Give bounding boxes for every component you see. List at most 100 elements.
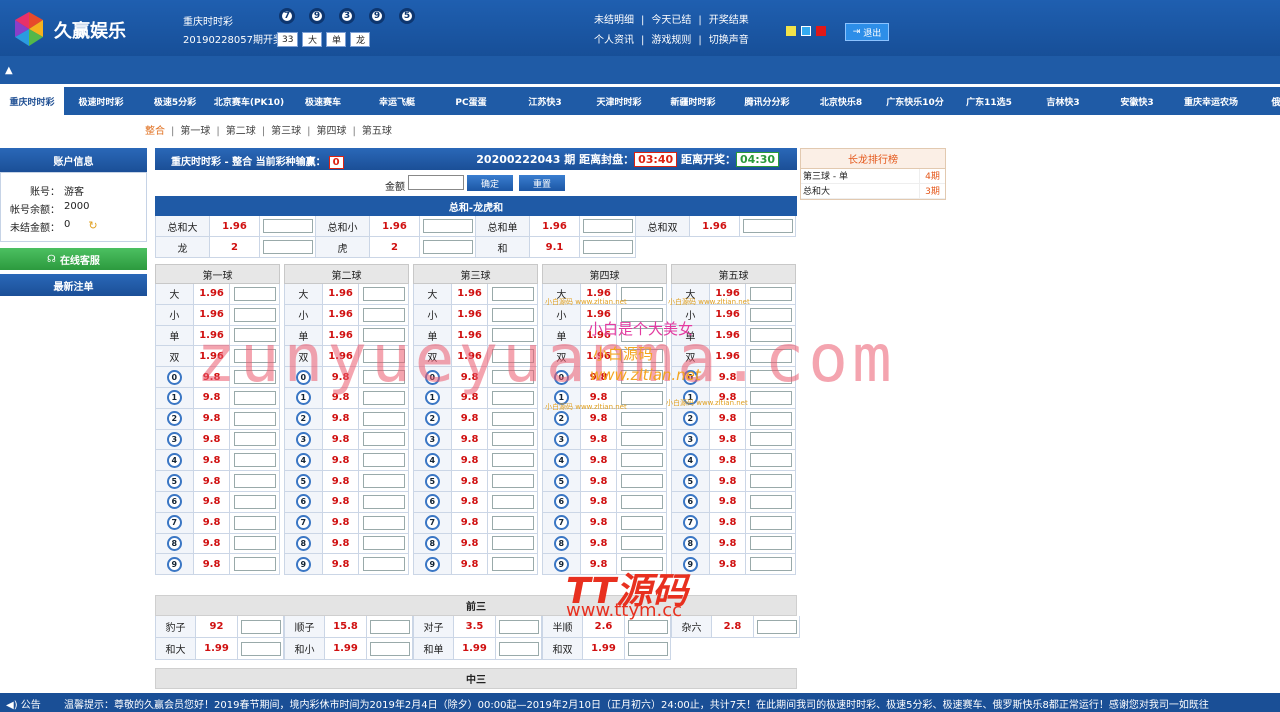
recent-bets-button[interactable]: 最新注单 bbox=[0, 274, 147, 296]
bet-amount-input[interactable] bbox=[491, 494, 534, 509]
bet-amount-input[interactable] bbox=[362, 328, 405, 343]
bet-amount-input[interactable] bbox=[620, 536, 663, 551]
tab-lottery[interactable]: 极速时时彩 bbox=[64, 87, 138, 115]
bet-amount-input[interactable] bbox=[491, 370, 534, 385]
bet-amount-input[interactable] bbox=[491, 307, 534, 322]
bet-amount-input[interactable] bbox=[422, 219, 473, 233]
collapse-up-icon[interactable]: ▲ bbox=[5, 65, 13, 76]
bet-amount-input[interactable] bbox=[491, 515, 534, 530]
ball-nav-all[interactable]: 整合 bbox=[145, 126, 165, 137]
bet-amount-input[interactable] bbox=[233, 536, 276, 551]
refresh-icon[interactable]: ↻ bbox=[88, 219, 97, 237]
tab-lottery[interactable]: 吉林快3 bbox=[1026, 87, 1100, 115]
bet-amount-input[interactable] bbox=[620, 390, 663, 405]
bet-amount-input[interactable] bbox=[262, 240, 313, 254]
bet-amount-input[interactable] bbox=[582, 240, 633, 254]
theme-blue-button[interactable] bbox=[801, 26, 811, 36]
logout-button[interactable]: ⇥ 退出 bbox=[845, 23, 889, 41]
bet-amount-input[interactable] bbox=[491, 474, 534, 489]
bet-amount-input[interactable] bbox=[620, 286, 663, 301]
bet-amount-input[interactable] bbox=[240, 641, 281, 656]
bet-amount-input[interactable] bbox=[749, 536, 792, 551]
theme-yellow-button[interactable] bbox=[786, 26, 796, 36]
bet-amount-input[interactable] bbox=[233, 349, 276, 364]
reset-button[interactable]: 重置 bbox=[519, 175, 565, 191]
bet-amount-input[interactable] bbox=[582, 219, 633, 233]
bet-amount-input[interactable] bbox=[620, 307, 663, 322]
bet-amount-input[interactable] bbox=[491, 349, 534, 364]
bet-amount-input[interactable] bbox=[627, 641, 668, 656]
tab-lottery[interactable]: 腾讯分分彩 bbox=[730, 87, 804, 115]
bet-amount-input[interactable] bbox=[362, 432, 405, 447]
tab-lottery[interactable]: 江苏快3 bbox=[508, 87, 582, 115]
bet-amount-input[interactable] bbox=[620, 432, 663, 447]
bet-amount-input[interactable] bbox=[498, 641, 539, 656]
tab-lottery[interactable]: 重庆时时彩 bbox=[0, 87, 64, 115]
bet-amount-input[interactable] bbox=[749, 557, 792, 572]
tab-lottery[interactable]: 新疆时时彩 bbox=[656, 87, 730, 115]
bet-amount-input[interactable] bbox=[362, 370, 405, 385]
bet-amount-input[interactable] bbox=[749, 286, 792, 301]
ball-nav-1[interactable]: 第一球 bbox=[180, 126, 210, 137]
tab-lottery[interactable]: 幸运飞艇 bbox=[360, 87, 434, 115]
tab-lottery[interactable]: 极速赛车 bbox=[286, 87, 360, 115]
bet-amount-input[interactable] bbox=[620, 370, 663, 385]
bet-amount-input[interactable] bbox=[362, 494, 405, 509]
theme-red-button[interactable] bbox=[816, 26, 826, 36]
tab-lottery[interactable]: 天津时时彩 bbox=[582, 87, 656, 115]
bet-amount-input[interactable] bbox=[620, 411, 663, 426]
bet-amount-input[interactable] bbox=[233, 453, 276, 468]
bet-amount-input[interactable] bbox=[756, 619, 797, 634]
bet-amount-input[interactable] bbox=[491, 286, 534, 301]
ball-nav-3[interactable]: 第三球 bbox=[271, 126, 301, 137]
bet-amount-input[interactable] bbox=[233, 494, 276, 509]
bet-amount-input[interactable] bbox=[233, 557, 276, 572]
bet-amount-input[interactable] bbox=[620, 328, 663, 343]
bet-amount-input[interactable] bbox=[362, 536, 405, 551]
bet-amount-input[interactable] bbox=[491, 390, 534, 405]
tab-lottery[interactable]: 北京快乐8 bbox=[804, 87, 878, 115]
bet-amount-input[interactable] bbox=[620, 515, 663, 530]
bet-amount-input[interactable] bbox=[362, 557, 405, 572]
bet-amount-input[interactable] bbox=[491, 536, 534, 551]
link-sound-toggle[interactable]: 切换声音 bbox=[709, 35, 749, 46]
link-settled-today[interactable]: 今天已结 bbox=[651, 15, 691, 26]
bet-amount-input[interactable] bbox=[233, 474, 276, 489]
bet-amount-input[interactable] bbox=[233, 370, 276, 385]
bet-amount-input[interactable] bbox=[233, 515, 276, 530]
bet-amount-input[interactable] bbox=[233, 390, 276, 405]
bet-amount-input[interactable] bbox=[749, 474, 792, 489]
tab-lottery[interactable]: PC蛋蛋 bbox=[434, 87, 508, 115]
bet-amount-input[interactable] bbox=[620, 494, 663, 509]
amount-input[interactable] bbox=[408, 175, 464, 190]
bet-amount-input[interactable] bbox=[262, 219, 313, 233]
logo[interactable]: 久赢娱乐 bbox=[10, 10, 160, 48]
link-unsettled[interactable]: 未结明细 bbox=[594, 15, 634, 26]
bet-amount-input[interactable] bbox=[749, 328, 792, 343]
bet-amount-input[interactable] bbox=[620, 474, 663, 489]
bet-amount-input[interactable] bbox=[362, 286, 405, 301]
tab-lottery[interactable]: 广东快乐10分 bbox=[878, 87, 952, 115]
link-rules[interactable]: 游戏规则 bbox=[651, 35, 691, 46]
link-profile[interactable]: 个人资讯 bbox=[594, 35, 634, 46]
bet-amount-input[interactable] bbox=[362, 349, 405, 364]
ball-nav-2[interactable]: 第二球 bbox=[226, 126, 256, 137]
bet-amount-input[interactable] bbox=[742, 219, 793, 233]
bet-amount-input[interactable] bbox=[369, 619, 410, 634]
bet-amount-input[interactable] bbox=[362, 474, 405, 489]
bet-amount-input[interactable] bbox=[491, 411, 534, 426]
bet-amount-input[interactable] bbox=[749, 453, 792, 468]
bet-amount-input[interactable] bbox=[233, 411, 276, 426]
bet-amount-input[interactable] bbox=[491, 328, 534, 343]
bet-amount-input[interactable] bbox=[233, 432, 276, 447]
bet-amount-input[interactable] bbox=[749, 307, 792, 322]
link-results[interactable]: 开奖结果 bbox=[709, 15, 749, 26]
bet-amount-input[interactable] bbox=[620, 453, 663, 468]
bet-amount-input[interactable] bbox=[240, 619, 281, 634]
bet-amount-input[interactable] bbox=[627, 619, 668, 634]
bet-amount-input[interactable] bbox=[620, 349, 663, 364]
bet-amount-input[interactable] bbox=[749, 515, 792, 530]
bet-amount-input[interactable] bbox=[362, 307, 405, 322]
bet-amount-input[interactable] bbox=[491, 432, 534, 447]
tab-lottery[interactable]: 北京赛车(PK10) bbox=[212, 87, 286, 115]
